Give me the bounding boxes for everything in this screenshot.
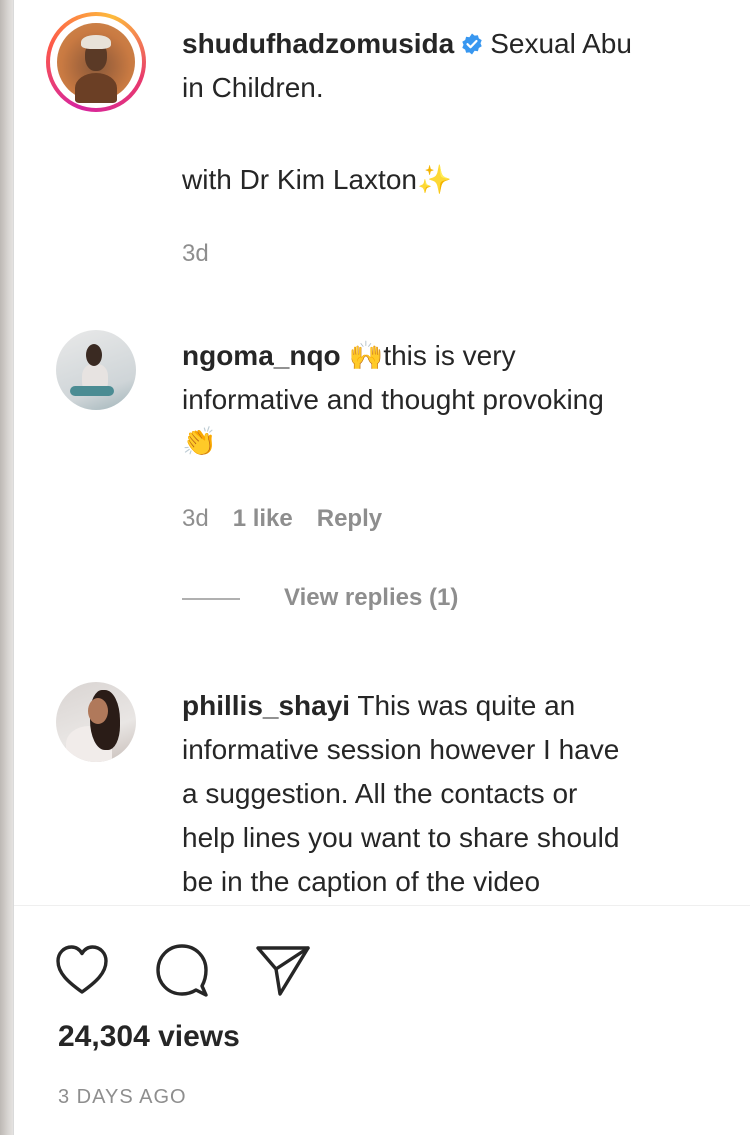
comment-2-text-5: be in the caption of the video	[182, 866, 541, 897]
share-icon[interactable]	[250, 938, 314, 1002]
caption-text-line-2: in Children.	[182, 72, 324, 103]
comment-2-text-2: informative session however I have	[182, 734, 620, 765]
heart-icon[interactable]	[50, 938, 114, 1002]
caption-username[interactable]: shudufhadzomusida	[182, 28, 454, 59]
caption-line-1: shudufhadzomusida Sexual Abu	[182, 22, 750, 66]
raising-hands-emoji: 🙌	[348, 339, 384, 372]
background-edge	[0, 0, 14, 1135]
comment-1-text-1: this is very	[383, 340, 516, 371]
comment-2-text-3: a suggestion. All the contacts or	[182, 778, 578, 809]
comment-2-line-1: phillis_shayi This was quite an	[182, 684, 750, 728]
commenter-avatar-ngoma[interactable]	[56, 330, 136, 410]
view-replies-label: View replies (1)	[284, 584, 459, 611]
comment-1-text-2: informative and thought provoking	[182, 384, 604, 415]
author-avatar[interactable]	[57, 23, 135, 103]
comment-1-likes[interactable]: 1 like	[233, 505, 293, 532]
clapping-hands-emoji: 👏	[182, 420, 750, 464]
comment-icon[interactable]	[150, 938, 214, 1002]
view-replies-button[interactable]: View replies (1)	[182, 584, 458, 612]
section-divider	[14, 905, 750, 906]
view-count[interactable]: 24,304 views	[58, 1020, 240, 1054]
replies-divider	[182, 597, 240, 600]
caption-line-3: with Dr Kim Laxton✨	[182, 158, 750, 202]
caption-age[interactable]: 3d	[182, 240, 209, 268]
comment-2-text-4: help lines you want to share should	[182, 822, 620, 853]
comment-2-username[interactable]: phillis_shayi	[182, 690, 350, 721]
commenter-avatar-phillis[interactable]	[56, 682, 136, 762]
comment-1-reply-button[interactable]: Reply	[317, 505, 382, 532]
post-timestamp[interactable]: 3 DAYS AGO	[58, 1086, 187, 1109]
caption-text-line-1: Sexual Abu	[490, 28, 632, 59]
comment-1-username[interactable]: ngoma_nqo	[182, 340, 341, 371]
verified-badge-icon	[462, 33, 482, 55]
sparkles-emoji: ✨	[416, 163, 452, 196]
story-avatar-ring[interactable]	[46, 12, 146, 112]
comment-1-age[interactable]: 3d	[182, 505, 209, 532]
caption-text-line-3: with Dr Kim Laxton	[182, 164, 417, 195]
comments-panel[interactable]: shudufhadzomusida Sexual Abu in Children.…	[14, 0, 750, 905]
comment-1-meta: 3d 1 like Reply	[182, 505, 382, 533]
comment-1-line-1: ngoma_nqo 🙌this is very	[182, 334, 750, 378]
comment-2-text-1: This was quite an	[357, 690, 576, 721]
clapping-emoji: 👏	[182, 425, 217, 458]
